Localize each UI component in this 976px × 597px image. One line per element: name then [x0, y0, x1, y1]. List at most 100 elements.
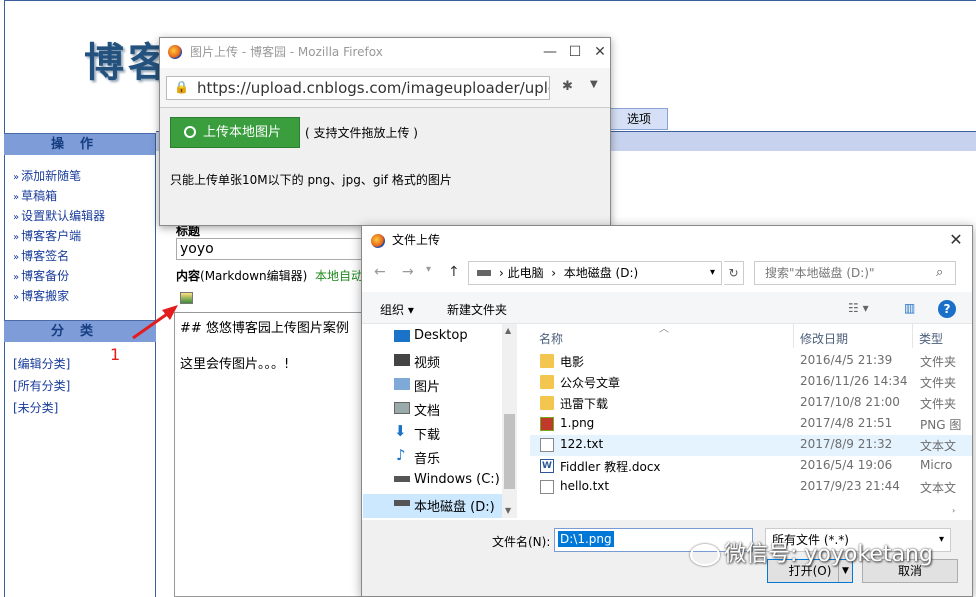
file-type: PNG 图: [920, 418, 962, 432]
drag-drop-hint: ( 支持文件拖放上传 ): [305, 126, 418, 140]
chevron-down-icon[interactable]: ▾: [426, 264, 431, 275]
minimize-button[interactable]: —: [540, 42, 560, 62]
url-bar: https://upload.cnblogs.com/imageuploader…: [160, 68, 610, 108]
file-date: 2017/10/8 21:00: [800, 395, 900, 409]
folder-icon: [540, 354, 554, 368]
file-name: Fiddler 教程.docx: [560, 460, 661, 474]
file-row[interactable]: 公众号文章 2016/11/26 14:34 文件夹: [530, 372, 972, 393]
tree-item-downloads[interactable]: 下载: [414, 424, 440, 443]
view-icon[interactable]: ☷ ▾: [848, 301, 869, 315]
filename-label: 文件名(N):: [492, 535, 551, 549]
firefox-icon: [168, 45, 182, 59]
watermark: 微信号: yoyoketang: [690, 536, 933, 568]
upload-icon: [184, 126, 196, 138]
drive-icon: [477, 270, 491, 276]
file-date: 2016/4/5 21:39: [800, 353, 893, 367]
search-icon: ⌕: [936, 265, 944, 280]
organize-button[interactable]: 组织 ▾: [380, 301, 414, 318]
chevron-down-icon[interactable]: ▾: [710, 262, 715, 284]
sort-up-icon: ︿: [659, 324, 669, 335]
column-header-type[interactable]: 类型: [919, 330, 943, 347]
back-icon[interactable]: ←: [374, 264, 386, 280]
scroll-thumb[interactable]: [504, 414, 515, 489]
dialog-title: 文件上传: [362, 226, 972, 256]
upload-button-label: 上传本地图片: [203, 125, 282, 140]
url-input[interactable]: https://upload.cnblogs.com/imageuploader…: [166, 76, 550, 100]
close-button[interactable]: ✕: [946, 230, 966, 250]
preview-pane-icon[interactable]: ▥: [904, 301, 915, 315]
up-icon[interactable]: ↑: [448, 264, 460, 280]
refresh-button[interactable]: ↻: [724, 261, 744, 285]
png-file-icon: [540, 417, 554, 431]
bug-icon[interactable]: ✱: [562, 79, 573, 94]
new-folder-button[interactable]: 新建文件夹: [447, 301, 507, 318]
tree-item-documents[interactable]: 文档: [414, 400, 440, 419]
file-row[interactable]: W Fiddler 教程.docx 2016/5/4 19:06 Micro: [530, 456, 972, 477]
file-row[interactable]: 122.txt 2017/8/9 21:32 文本文: [530, 435, 972, 456]
file-row[interactable]: 1.png 2017/4/8 21:51 PNG 图: [530, 414, 972, 435]
tree-item-music[interactable]: 音乐: [414, 448, 440, 467]
documents-icon: [394, 402, 410, 414]
column-separator: [793, 324, 794, 348]
forward-icon[interactable]: →: [402, 264, 414, 280]
file-type: 文本文: [920, 481, 957, 495]
column-header-date[interactable]: 修改日期: [800, 330, 848, 347]
upload-limit-text: 只能上传单张10M以下的 png、jpg、gif 格式的图片: [170, 173, 452, 187]
music-icon: ♪: [396, 446, 406, 464]
video-icon: [394, 354, 410, 366]
firefox-icon: [371, 234, 385, 248]
file-row[interactable]: hello.txt 2017/9/23 21:44 文本文: [530, 477, 972, 498]
download-icon: ⬇: [394, 422, 407, 440]
chevron-down-icon[interactable]: ▼: [590, 79, 598, 90]
upload-local-image-button[interactable]: 上传本地图片: [170, 117, 300, 148]
column-header-name[interactable]: 名称: [539, 330, 563, 347]
filename-selected-text: D:\1.png: [558, 531, 614, 547]
file-name: 迅雷下载: [560, 397, 609, 411]
desktop-icon: [394, 330, 410, 342]
drive-icon: [394, 476, 410, 482]
breadcrumb-item[interactable]: 此电脑: [508, 266, 544, 280]
close-button[interactable]: ✕: [590, 42, 610, 62]
breadcrumb-item[interactable]: 本地磁盘 (D:): [564, 266, 638, 280]
wechat-icon: [690, 544, 720, 566]
lock-icon[interactable]: 🔒: [174, 80, 189, 94]
tree-scrollbar[interactable]: [502, 324, 517, 518]
scroll-down-icon[interactable]: ▼: [505, 506, 511, 515]
tree-item-videos[interactable]: 视频: [414, 352, 440, 371]
help-icon[interactable]: ?: [938, 300, 956, 318]
folder-icon: [540, 396, 554, 410]
tree-item-windows-c[interactable]: Windows (C:): [414, 472, 500, 487]
file-row[interactable]: 迅雷下载 2017/10/8 21:00 文件夹: [530, 393, 972, 414]
column-separator: [912, 324, 913, 348]
file-name: 电影: [560, 355, 585, 369]
tree-item-pictures[interactable]: 图片: [414, 376, 440, 395]
file-name: hello.txt: [560, 479, 610, 493]
address-bar[interactable]: › 此电脑 › 本地磁盘 (D:) ▾: [468, 261, 722, 285]
file-name: 1.png: [560, 416, 595, 430]
firefox-upload-window: 图片上传 - 博客园 - Mozilla Firefox — ☐ ✕ https…: [159, 37, 611, 226]
file-date: 2017/8/9 21:32: [800, 437, 893, 451]
text-file-icon: [540, 480, 554, 494]
file-row[interactable]: 电影 2016/4/5 21:39 文件夹: [530, 351, 972, 372]
file-date: 2017/4/8 21:51: [800, 416, 893, 430]
file-date: 2017/9/23 21:44: [800, 479, 900, 493]
file-type: 文件夹: [920, 397, 957, 411]
file-name: 122.txt: [560, 437, 604, 451]
chevron-right-icon[interactable]: ›: [952, 506, 955, 515]
file-type: 文件夹: [920, 376, 957, 390]
text-file-icon: [540, 438, 554, 452]
search-input[interactable]: 搜索"本地磁盘 (D:)": [754, 261, 956, 285]
scroll-up-icon[interactable]: ▲: [505, 326, 511, 335]
chevron-down-icon: ▾: [938, 534, 944, 545]
annotation-label-1: 1: [110, 345, 121, 364]
folder-icon: [540, 375, 554, 389]
pictures-icon: [394, 378, 410, 390]
file-name: 公众号文章: [560, 376, 621, 390]
file-date: 2016/5/4 19:06: [800, 458, 893, 472]
drive-icon: [394, 500, 410, 506]
file-type: Micro: [920, 458, 953, 472]
tree-item-desktop[interactable]: Desktop: [414, 328, 468, 343]
maximize-button[interactable]: ☐: [565, 42, 585, 62]
tree-item-local-d[interactable]: 本地磁盘 (D:): [414, 496, 495, 515]
watermark-text: 微信号: yoyoketang: [724, 542, 933, 567]
